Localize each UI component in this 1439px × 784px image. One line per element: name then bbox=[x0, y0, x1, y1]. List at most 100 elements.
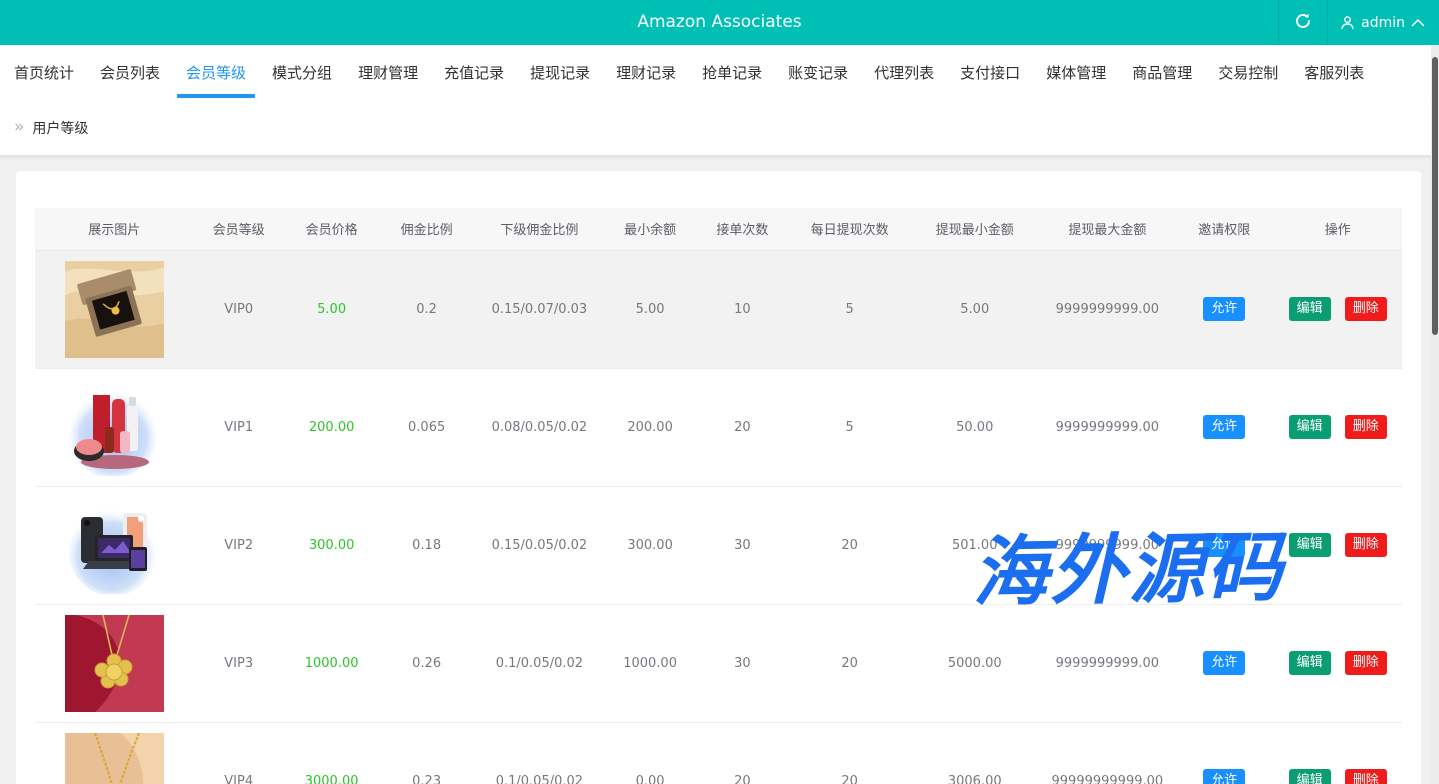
cell-min-balance: 1000.00 bbox=[605, 604, 695, 722]
cell-price: 300.00 bbox=[284, 486, 380, 604]
col-header-image: 展示图片 bbox=[35, 208, 194, 250]
tab-balance-change-records[interactable]: 账变记录 bbox=[775, 45, 861, 100]
refresh-button[interactable] bbox=[1278, 0, 1328, 45]
cell-price: 1000.00 bbox=[284, 604, 380, 722]
table-header-row: 展示图片 会员等级 会员价格 佣金比例 下级佣金比例 最小余额 接单次数 每日提… bbox=[35, 208, 1402, 250]
double-chevron-icon: » bbox=[14, 119, 24, 136]
page-content: 展示图片 会员等级 会员价格 佣金比例 下级佣金比例 最小余额 接单次数 每日提… bbox=[0, 156, 1439, 784]
product-image-gold-necklace bbox=[65, 733, 164, 784]
cell-daily-withdrawals: 5 bbox=[790, 368, 910, 486]
col-header-max-withdraw: 提现最大金额 bbox=[1040, 208, 1175, 250]
product-image-jewelry-box bbox=[65, 261, 164, 358]
cell-commission: 0.2 bbox=[379, 250, 473, 368]
col-header-price: 会员价格 bbox=[284, 208, 380, 250]
edit-button[interactable]: 编辑 bbox=[1289, 415, 1331, 439]
chevron-up-icon bbox=[1411, 18, 1425, 27]
cell-max-withdraw: 9999999999.00 bbox=[1040, 604, 1175, 722]
product-image-electronics bbox=[65, 497, 164, 594]
table-row: VIP1 200.00 0.065 0.08/0.05/0.02 200.00 … bbox=[35, 368, 1402, 486]
app-title: Amazon Associates bbox=[0, 0, 1439, 45]
tab-mode-group[interactable]: 模式分组 bbox=[259, 45, 345, 100]
col-header-invite: 邀请权限 bbox=[1175, 208, 1273, 250]
tab-member-list[interactable]: 会员列表 bbox=[87, 45, 173, 100]
tab-trade-control[interactable]: 交易控制 bbox=[1205, 45, 1291, 100]
allow-button[interactable]: 允许 bbox=[1203, 769, 1245, 784]
product-image-cosmetics bbox=[65, 379, 164, 476]
cell-daily-withdrawals: 20 bbox=[790, 486, 910, 604]
user-level-table: 展示图片 会员等级 会员价格 佣金比例 下级佣金比例 最小余额 接单次数 每日提… bbox=[35, 208, 1402, 784]
tab-payment-interface[interactable]: 支付接口 bbox=[947, 45, 1033, 100]
tab-media-manage[interactable]: 媒体管理 bbox=[1033, 45, 1119, 100]
cell-orders: 20 bbox=[695, 722, 789, 784]
cell-orders: 10 bbox=[695, 250, 789, 368]
col-header-min-withdraw: 提现最小金额 bbox=[910, 208, 1040, 250]
scrollbar-thumb[interactable] bbox=[1432, 57, 1438, 335]
cell-sub-commission: 0.08/0.05/0.02 bbox=[474, 368, 605, 486]
cell-daily-withdrawals: 5 bbox=[790, 250, 910, 368]
cell-min-withdraw: 5.00 bbox=[910, 250, 1040, 368]
cell-commission: 0.23 bbox=[379, 722, 473, 784]
cell-daily-withdrawals: 20 bbox=[790, 722, 910, 784]
allow-button[interactable]: 允许 bbox=[1203, 651, 1245, 675]
cell-min-balance: 0.00 bbox=[605, 722, 695, 784]
cell-min-balance: 300.00 bbox=[605, 486, 695, 604]
cell-sub-commission: 0.15/0.07/0.03 bbox=[474, 250, 605, 368]
cell-commission: 0.26 bbox=[379, 604, 473, 722]
cell-price: 200.00 bbox=[284, 368, 380, 486]
allow-button[interactable]: 允许 bbox=[1203, 297, 1245, 321]
delete-button[interactable]: 删除 bbox=[1345, 769, 1387, 784]
cell-level: VIP0 bbox=[194, 250, 284, 368]
cell-max-withdraw: 9999999999.00 bbox=[1040, 250, 1175, 368]
cell-daily-withdrawals: 20 bbox=[790, 604, 910, 722]
delete-button[interactable]: 删除 bbox=[1345, 651, 1387, 675]
cell-orders: 20 bbox=[695, 368, 789, 486]
tab-recharge-records[interactable]: 充值记录 bbox=[431, 45, 517, 100]
table-row: VIP4 3000.00 0.23 0.1/0.05/0.02 0.00 20 … bbox=[35, 722, 1402, 784]
tab-order-grab-records[interactable]: 抢单记录 bbox=[689, 45, 775, 100]
refresh-icon bbox=[1294, 12, 1312, 34]
cell-min-withdraw: 501.00 bbox=[910, 486, 1040, 604]
cell-commission: 0.18 bbox=[379, 486, 473, 604]
cell-sub-commission: 0.1/0.05/0.02 bbox=[474, 722, 605, 784]
breadcrumb: » 用户等级 bbox=[0, 100, 1439, 156]
cell-sub-commission: 0.1/0.05/0.02 bbox=[474, 604, 605, 722]
edit-button[interactable]: 编辑 bbox=[1289, 651, 1331, 675]
main-nav: 首页统计 会员列表 会员等级 模式分组 理财管理 充值记录 提现记录 理财记录 … bbox=[0, 45, 1439, 100]
tab-member-level[interactable]: 会员等级 bbox=[173, 45, 259, 100]
tab-finance-manage[interactable]: 理财管理 bbox=[345, 45, 431, 100]
tab-agent-list[interactable]: 代理列表 bbox=[861, 45, 947, 100]
edit-button[interactable]: 编辑 bbox=[1289, 769, 1331, 784]
tab-finance-records[interactable]: 理财记录 bbox=[603, 45, 689, 100]
col-header-orders: 接单次数 bbox=[695, 208, 789, 250]
allow-button[interactable]: 允许 bbox=[1203, 533, 1245, 557]
col-header-sub-commission: 下级佣金比例 bbox=[474, 208, 605, 250]
edit-button[interactable]: 编辑 bbox=[1289, 297, 1331, 321]
edit-button[interactable]: 编辑 bbox=[1289, 533, 1331, 557]
delete-button[interactable]: 删除 bbox=[1345, 415, 1387, 439]
user-name: admin bbox=[1361, 15, 1405, 31]
tab-product-manage[interactable]: 商品管理 bbox=[1119, 45, 1205, 100]
cell-min-withdraw: 3006.00 bbox=[910, 722, 1040, 784]
delete-button[interactable]: 删除 bbox=[1345, 533, 1387, 557]
allow-button[interactable]: 允许 bbox=[1203, 415, 1245, 439]
cell-level: VIP3 bbox=[194, 604, 284, 722]
col-header-min-balance: 最小余额 bbox=[605, 208, 695, 250]
tab-home-stats[interactable]: 首页统计 bbox=[1, 45, 87, 100]
cell-orders: 30 bbox=[695, 604, 789, 722]
cell-commission: 0.065 bbox=[379, 368, 473, 486]
col-header-commission: 佣金比例 bbox=[379, 208, 473, 250]
cell-orders: 30 bbox=[695, 486, 789, 604]
table-row: VIP0 5.00 0.2 0.15/0.07/0.03 5.00 10 5 5… bbox=[35, 250, 1402, 368]
cell-sub-commission: 0.15/0.05/0.02 bbox=[474, 486, 605, 604]
breadcrumb-label: 用户等级 bbox=[32, 118, 88, 138]
cell-price: 3000.00 bbox=[284, 722, 380, 784]
delete-button[interactable]: 删除 bbox=[1345, 297, 1387, 321]
tab-withdraw-records[interactable]: 提现记录 bbox=[517, 45, 603, 100]
app-header: Amazon Associates admin bbox=[0, 0, 1439, 45]
user-menu[interactable]: admin bbox=[1328, 0, 1439, 45]
tab-service-list[interactable]: 客服列表 bbox=[1291, 45, 1377, 100]
cell-price: 5.00 bbox=[284, 250, 380, 368]
cell-level: VIP2 bbox=[194, 486, 284, 604]
col-header-actions: 操作 bbox=[1273, 208, 1402, 250]
cell-min-balance: 200.00 bbox=[605, 368, 695, 486]
